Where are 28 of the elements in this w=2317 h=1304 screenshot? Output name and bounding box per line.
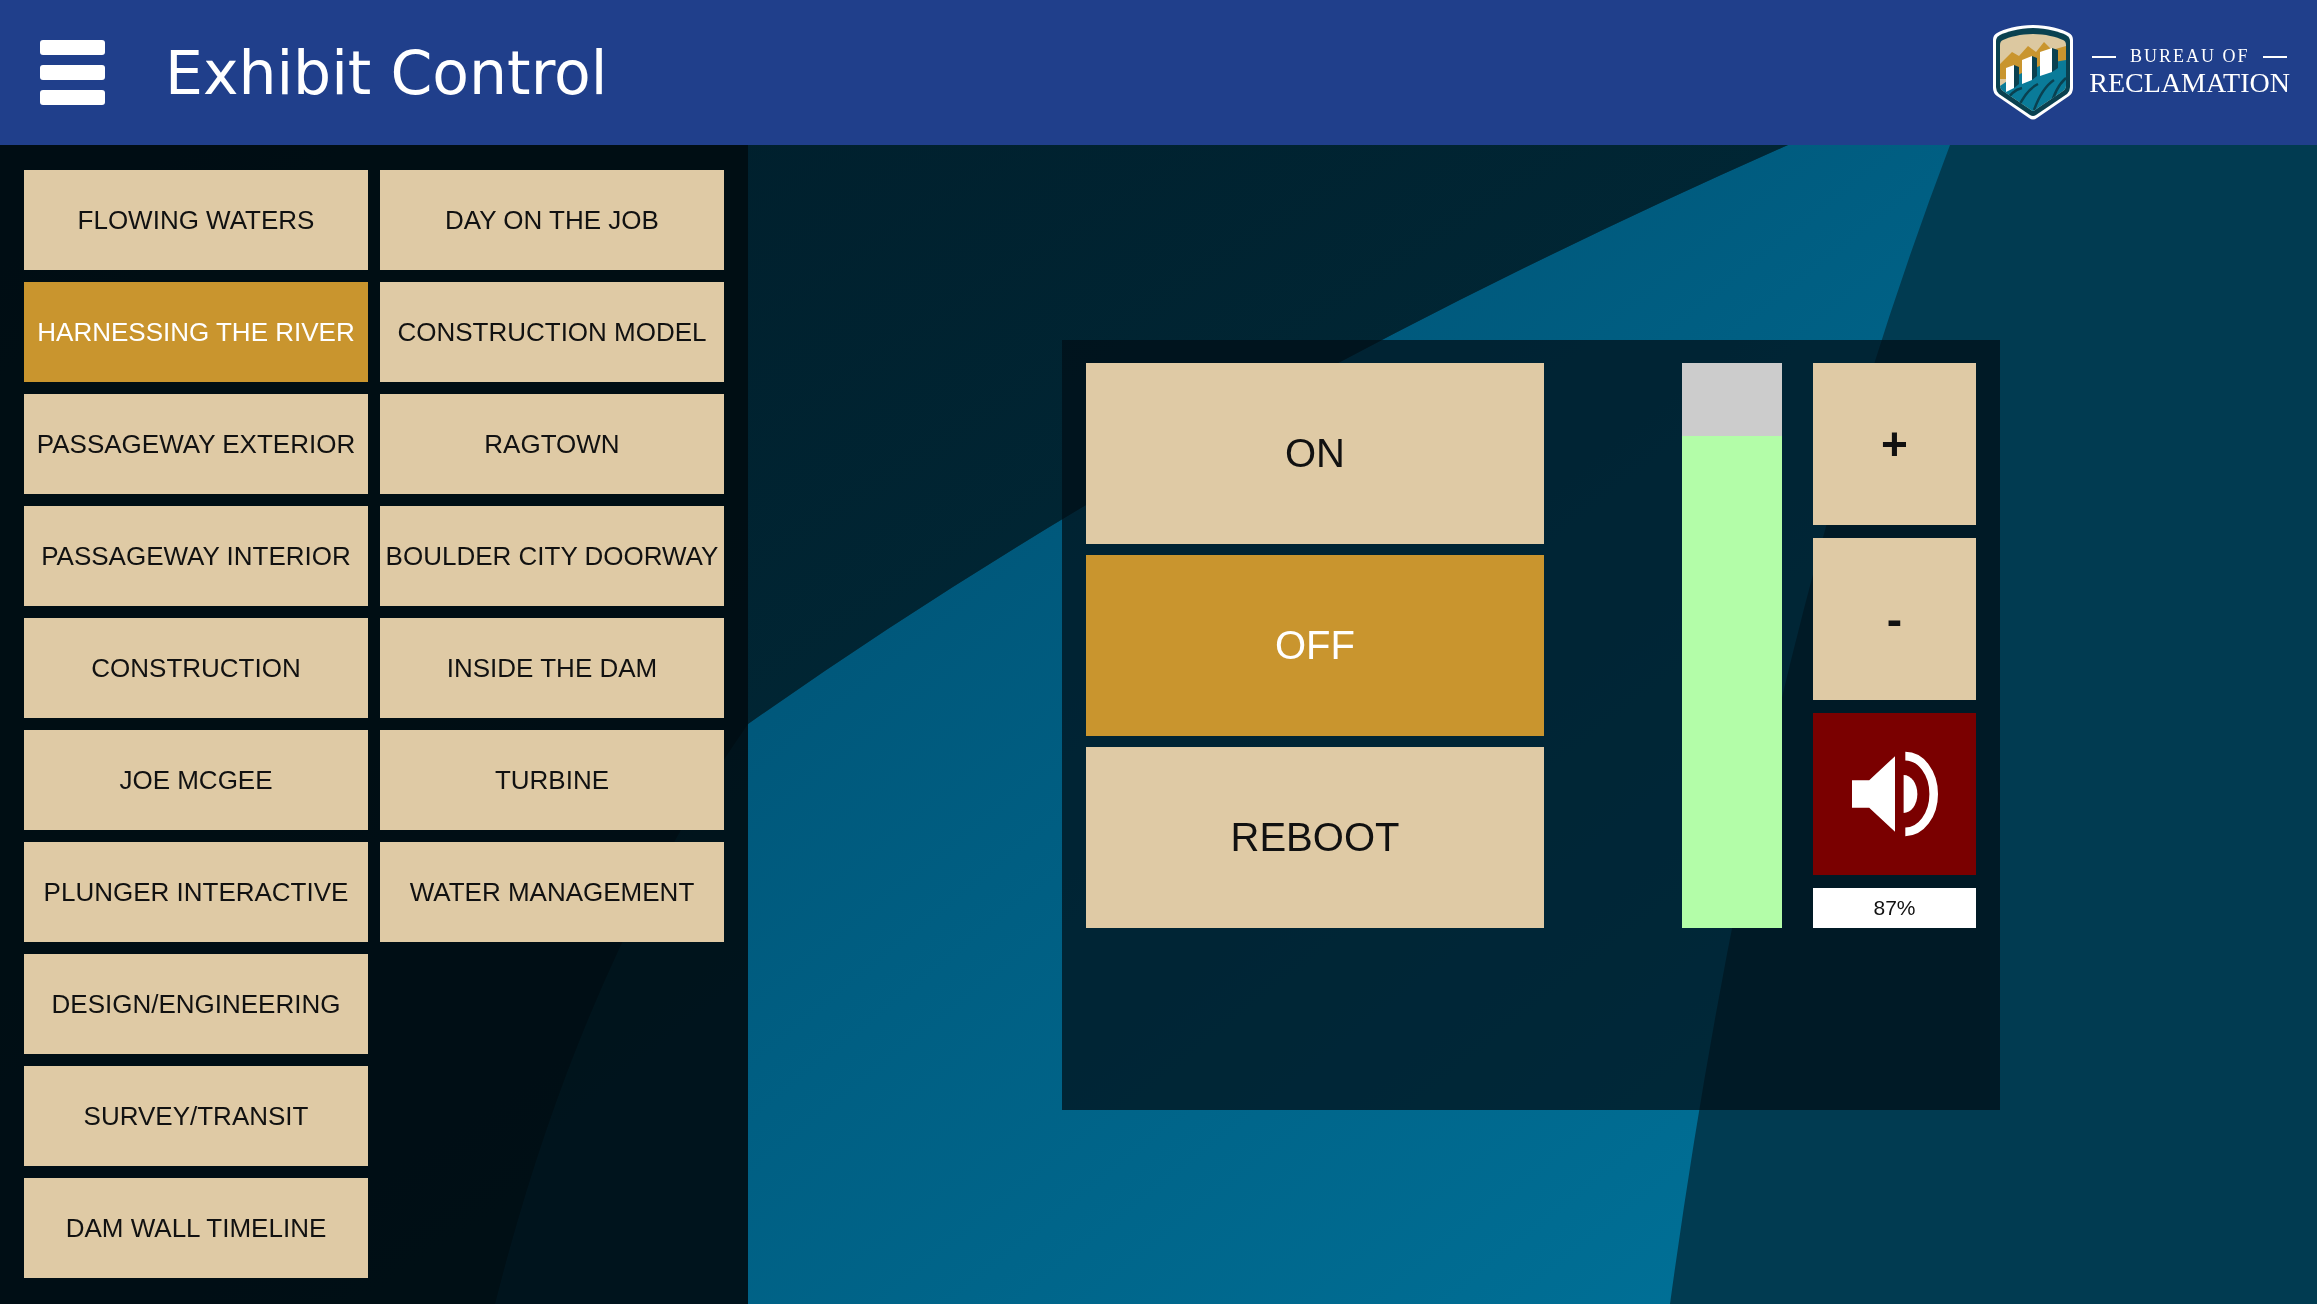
mute-button[interactable] <box>1813 713 1976 875</box>
exhibit-button[interactable]: PASSAGEWAY INTERIOR <box>24 506 368 606</box>
exhibit-button[interactable]: DAM WALL TIMELINE <box>24 1178 368 1278</box>
exhibit-button[interactable]: DESIGN/ENGINEERING <box>24 954 368 1054</box>
logo-title: RECLAMATION <box>2089 67 2290 99</box>
volume-up-button[interactable]: + <box>1813 363 1976 525</box>
exhibit-button[interactable]: PASSAGEWAY EXTERIOR <box>24 394 368 494</box>
volume-down-button[interactable]: - <box>1813 538 1976 700</box>
exhibit-button[interactable]: CONSTRUCTION <box>24 618 368 718</box>
exhibit-button[interactable]: INSIDE THE DAM <box>380 618 724 718</box>
exhibit-button[interactable]: CONSTRUCTION MODEL <box>380 282 724 382</box>
exhibit-button[interactable]: BOULDER CITY DOORWAY <box>380 506 724 606</box>
exhibit-button[interactable]: FLOWING WATERS <box>24 170 368 270</box>
exhibit-button[interactable]: JOE MCGEE <box>24 730 368 830</box>
power-button[interactable]: ON <box>1086 363 1544 544</box>
menu-icon[interactable] <box>40 40 105 105</box>
exhibit-button[interactable]: DAY ON THE JOB <box>380 170 724 270</box>
exhibit-button[interactable]: SURVEY/TRANSIT <box>24 1066 368 1166</box>
exhibit-button[interactable]: TURBINE <box>380 730 724 830</box>
speaker-icon <box>1851 751 1938 837</box>
app-title: Exhibit Control <box>165 36 608 109</box>
logo-subtitle: BUREAU OF <box>2129 46 2250 68</box>
volume-reading: 87% <box>1813 888 1976 928</box>
exhibit-button[interactable]: RAGTOWN <box>380 394 724 494</box>
power-button[interactable]: REBOOT <box>1086 747 1544 928</box>
exhibit-button[interactable]: PLUNGER INTERACTIVE <box>24 842 368 942</box>
exhibit-button[interactable]: WATER MANAGEMENT <box>380 842 724 942</box>
shield-emblem-icon <box>1992 24 2075 121</box>
